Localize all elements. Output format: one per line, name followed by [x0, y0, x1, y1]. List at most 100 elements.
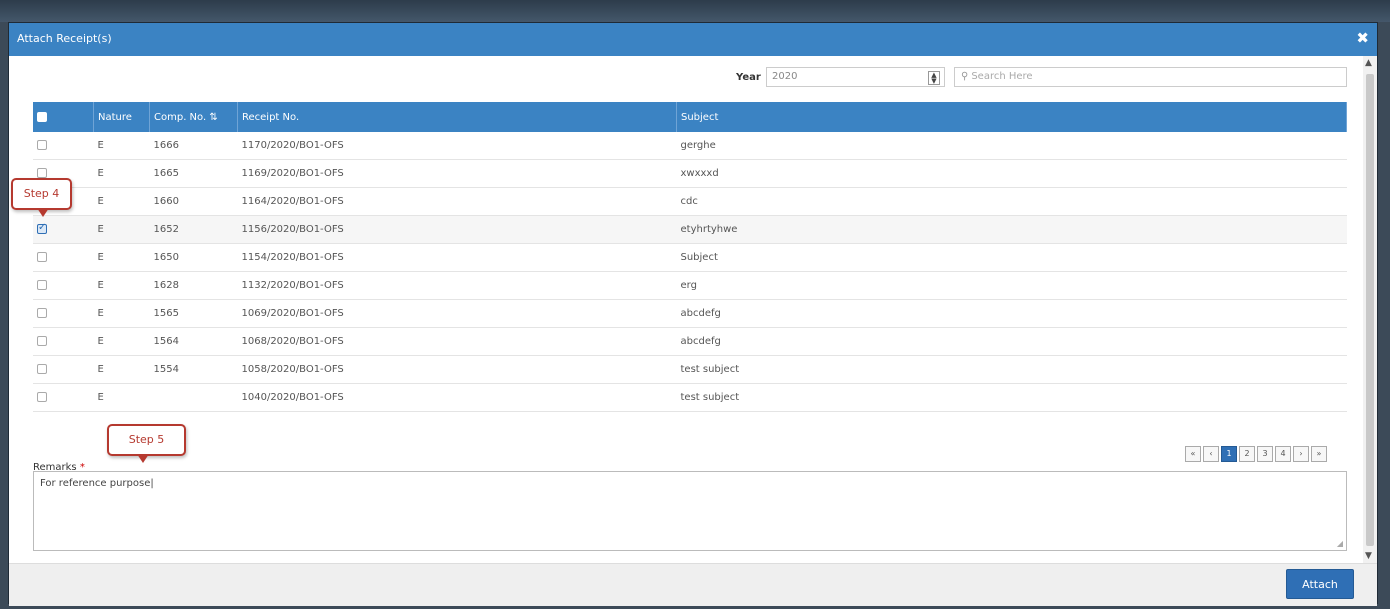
select-all-checkbox[interactable]	[37, 111, 47, 122]
receipt-no-cell: 1068/2020/BO1-OFS	[237, 327, 677, 356]
comp-no-cell: 1554	[149, 355, 238, 384]
nature-cell: E	[93, 187, 150, 216]
dialog-footer: Attach	[9, 563, 1377, 606]
table-row[interactable]: E 1564 1068/2020/BO1-OFS abcdefg	[33, 327, 1347, 356]
subject-cell: xwxxxd	[676, 159, 1347, 188]
last-page-button[interactable]: »	[1311, 446, 1327, 462]
prev-page-button[interactable]: ‹	[1203, 446, 1219, 462]
page-button[interactable]: 3	[1257, 446, 1273, 462]
row-checkbox-cell	[33, 355, 94, 384]
nature-cell: E	[93, 132, 150, 160]
row-checkbox-cell	[33, 271, 94, 300]
remarks-value: For reference purpose	[40, 478, 151, 489]
column-header[interactable]: Subject	[676, 102, 1347, 132]
row-checkbox[interactable]	[37, 336, 47, 346]
comp-no-cell: 1652	[149, 215, 238, 244]
dialog-scrollbar[interactable]: ▲ ▼	[1363, 56, 1377, 563]
year-label: Year	[736, 72, 761, 83]
receipt-no-cell: 1058/2020/BO1-OFS	[237, 355, 677, 384]
select-all-header	[33, 102, 94, 132]
search-placeholder: Search Here	[971, 71, 1033, 82]
scrollbar-thumb[interactable]	[1366, 74, 1374, 546]
subject-cell: gerghe	[676, 132, 1347, 160]
nature-cell: E	[93, 159, 150, 188]
dialog-title: Attach Receipt(s)	[17, 32, 112, 45]
comp-no-cell: 1565	[149, 299, 238, 328]
row-checkbox[interactable]	[37, 140, 47, 150]
row-checkbox-cell	[33, 299, 94, 328]
year-value: 2020	[772, 71, 798, 82]
receipt-no-cell: 1154/2020/BO1-OFS	[237, 243, 677, 272]
column-header[interactable]: Nature	[93, 102, 150, 132]
search-input[interactable]: ⚲ Search Here	[954, 67, 1347, 87]
sort-icon[interactable]: ⇅	[209, 112, 217, 123]
table-row[interactable]: E 1666 1170/2020/BO1-OFS gerghe	[33, 132, 1347, 160]
attach-button[interactable]: Attach	[1286, 569, 1354, 599]
row-checkbox[interactable]	[37, 392, 47, 402]
close-icon[interactable]: ✖	[1356, 29, 1369, 47]
receipt-no-cell: 1164/2020/BO1-OFS	[237, 187, 677, 216]
subject-cell: abcdefg	[676, 299, 1347, 328]
row-checkbox[interactable]	[37, 364, 47, 374]
row-checkbox-cell	[33, 132, 94, 160]
page-button[interactable]: 1	[1221, 446, 1237, 462]
attach-receipts-dialog: Attach Receipt(s) ✖ Year 2020 ▲ ▼ ⚲ Search…	[8, 22, 1378, 606]
row-checkbox-cell	[33, 327, 94, 356]
step-5-callout: Step 5	[107, 424, 186, 463]
table-row[interactable]: E 1040/2020/BO1-OFS test subject	[33, 383, 1347, 412]
scroll-down-icon[interactable]: ▼	[1365, 551, 1372, 561]
row-checkbox[interactable]	[37, 252, 47, 262]
table-row[interactable]: E 1565 1069/2020/BO1-OFS abcdefg	[33, 299, 1347, 328]
comp-no-cell: 1628	[149, 271, 238, 300]
subject-cell: cdc	[676, 187, 1347, 216]
first-page-button[interactable]: «	[1185, 446, 1201, 462]
row-checkbox[interactable]	[37, 222, 47, 234]
comp-no-cell: 1666	[149, 132, 238, 160]
page-button[interactable]: 4	[1275, 446, 1291, 462]
year-select[interactable]: 2020 ▲ ▼	[766, 67, 945, 87]
receipt-no-cell: 1170/2020/BO1-OFS	[237, 132, 677, 160]
page-button[interactable]: 2	[1239, 446, 1255, 462]
row-checkbox-cell	[33, 243, 94, 272]
table-row[interactable]: E 1628 1132/2020/BO1-OFS erg	[33, 271, 1347, 300]
row-checkbox[interactable]	[37, 280, 47, 290]
table-row[interactable]: E 1554 1058/2020/BO1-OFS test subject	[33, 355, 1347, 384]
subject-cell: erg	[676, 271, 1347, 300]
nature-cell: E	[93, 243, 150, 272]
column-header[interactable]: Comp. No. ⇅	[149, 102, 238, 132]
nature-cell: E	[93, 327, 150, 356]
receipt-no-cell: 1069/2020/BO1-OFS	[237, 299, 677, 328]
table-header-row: Nature Comp. No. ⇅ Receipt No. Subject	[33, 102, 1347, 132]
subject-cell: abcdefg	[676, 327, 1347, 356]
table-row[interactable]: E 1660 1164/2020/BO1-OFS cdc	[33, 187, 1347, 216]
subject-cell: etyhrtyhwe	[676, 215, 1347, 244]
nature-cell: E	[93, 271, 150, 300]
search-icon: ⚲	[961, 71, 969, 82]
receipt-no-cell: 1169/2020/BO1-OFS	[237, 159, 677, 188]
receipt-no-cell: 1132/2020/BO1-OFS	[237, 271, 677, 300]
row-checkbox[interactable]	[37, 308, 47, 318]
comp-no-cell	[149, 383, 238, 412]
spinner-icon[interactable]: ▲ ▼	[928, 71, 940, 85]
row-checkbox-cell	[33, 383, 94, 412]
row-checkbox-cell	[33, 215, 94, 244]
nature-cell: E	[93, 355, 150, 384]
receipt-no-cell: 1156/2020/BO1-OFS	[237, 215, 677, 244]
nature-cell: E	[93, 299, 150, 328]
subject-cell: test subject	[676, 355, 1347, 384]
step-4-callout: Step 4	[11, 178, 72, 217]
table-row[interactable]: E16521156/2020/BO1-OFSetyhrtyhwe	[33, 215, 1347, 244]
scroll-up-icon[interactable]: ▲	[1365, 58, 1372, 68]
subject-cell: Subject	[676, 243, 1347, 272]
resize-grip-icon[interactable]: ◢	[1337, 539, 1343, 548]
table-row[interactable]: E 1650 1154/2020/BO1-OFS Subject	[33, 243, 1347, 272]
column-header-label: Comp. No.	[154, 111, 207, 123]
dialog-titlebar: Attach Receipt(s) ✖	[9, 23, 1377, 56]
remarks-textarea[interactable]: For reference purpose| ◢	[33, 471, 1347, 551]
table-row[interactable]: E 1665 1169/2020/BO1-OFS xwxxxd	[33, 159, 1347, 188]
backdrop	[0, 0, 1390, 22]
next-page-button[interactable]: ›	[1293, 446, 1309, 462]
row-checkbox[interactable]	[37, 168, 47, 178]
column-header[interactable]: Receipt No.	[237, 102, 677, 132]
comp-no-cell: 1665	[149, 159, 238, 188]
